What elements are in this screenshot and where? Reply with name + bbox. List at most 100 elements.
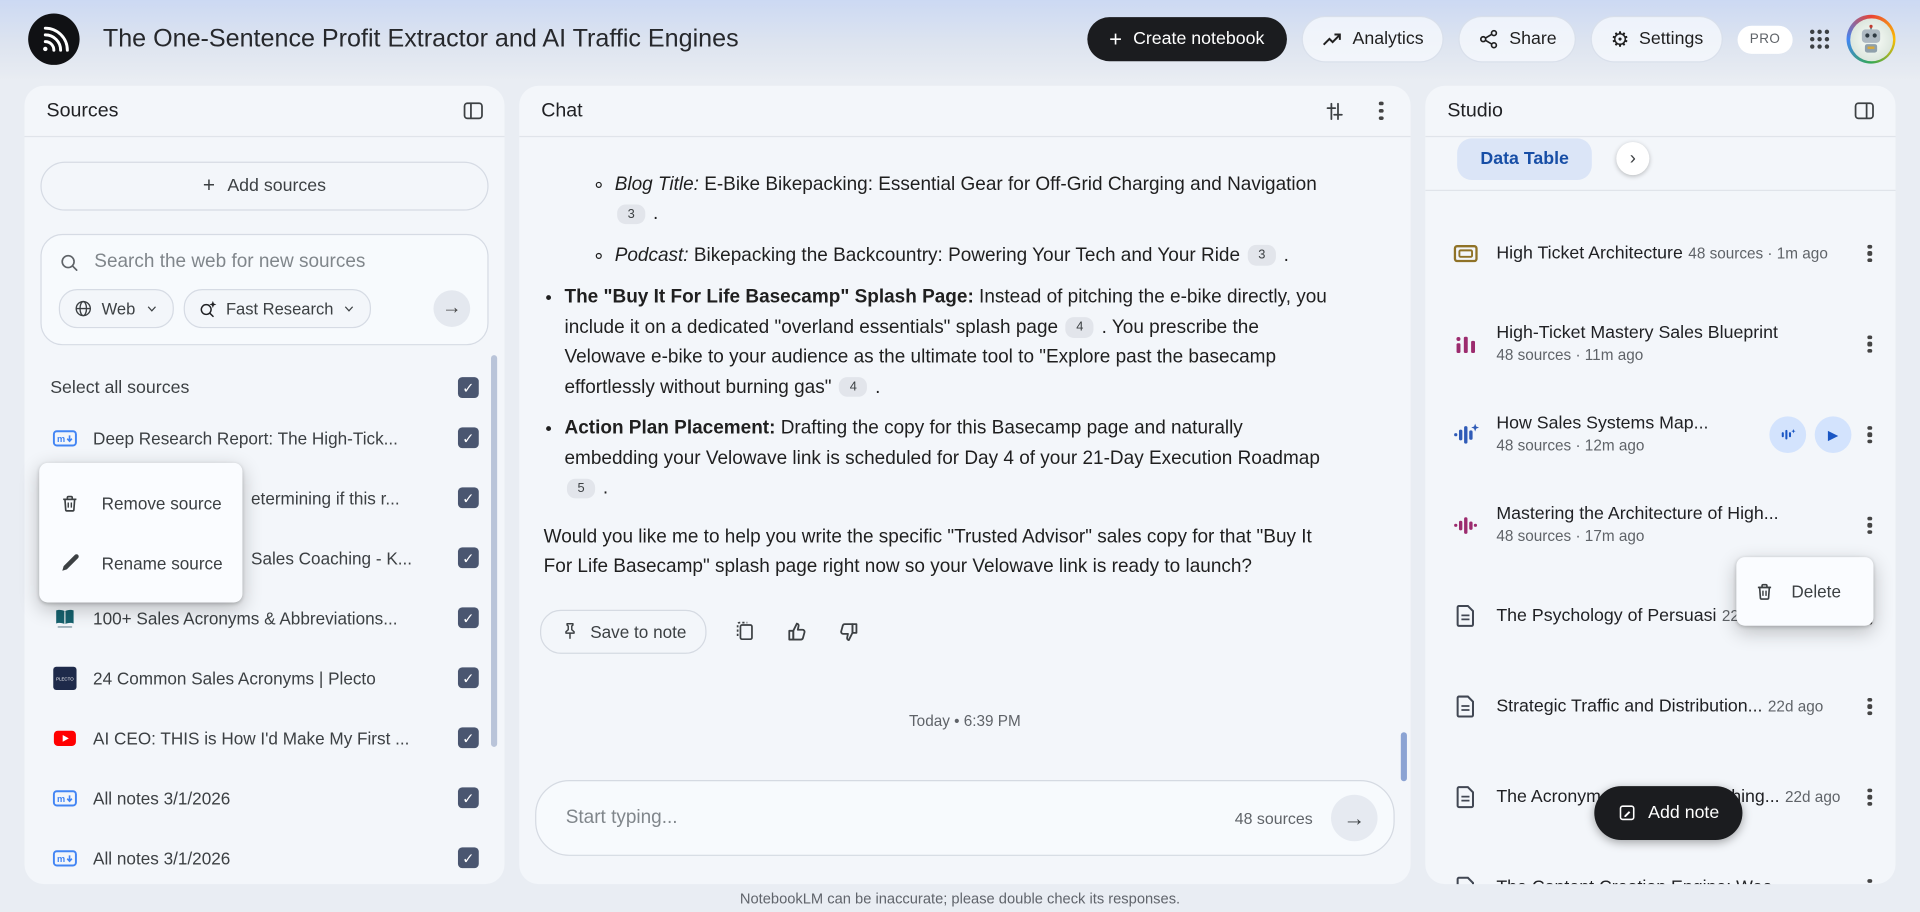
source-checkbox[interactable]: ✓ — [457, 427, 479, 449]
search-submit-button[interactable]: → — [433, 290, 471, 327]
svg-text:m: m — [57, 793, 65, 803]
item-more-menu-icon[interactable] — [1860, 241, 1880, 265]
source-count-label: 48 sources — [1234, 808, 1313, 828]
item-more-menu-icon[interactable] — [1860, 513, 1880, 537]
research-sparkle-icon — [199, 300, 216, 318]
chat-settings-icon[interactable] — [1322, 99, 1346, 123]
citation-chip[interactable]: 3 — [1247, 245, 1276, 266]
tool-strip-next-button[interactable]: › — [1616, 142, 1650, 176]
citation-chip[interactable]: 5 — [566, 478, 596, 499]
trash-icon — [63, 495, 77, 512]
apps-grid-icon[interactable] — [1807, 27, 1831, 51]
save-to-note-button[interactable]: Save to note — [540, 609, 707, 654]
studio-item[interactable]: Strategic Traffic and Distribution... 22… — [1425, 661, 1895, 752]
studio-context-menu: Delete — [1736, 557, 1874, 626]
chat-message-area: Blog Title: E-Bike Bikepacking: Essentia… — [519, 138, 1410, 884]
play-icon: ▶ — [1827, 427, 1839, 443]
source-checkbox[interactable]: ✓ — [457, 607, 479, 629]
report-doc-icon — [1452, 784, 1479, 811]
share-button[interactable]: Share — [1457, 15, 1577, 63]
select-all-label: Select all sources — [50, 377, 190, 398]
citation-chip[interactable]: 3 — [617, 204, 646, 225]
data-table-chip[interactable]: Data Table — [1457, 138, 1593, 181]
item-more-menu-icon[interactable] — [1860, 422, 1880, 446]
report-doc-icon — [1452, 602, 1479, 629]
item-more-menu-icon[interactable] — [1860, 694, 1880, 718]
thumbs-down-icon[interactable] — [836, 619, 860, 643]
source-checkbox[interactable]: ✓ — [457, 547, 479, 569]
plecto-favicon-icon: PLECTO — [53, 666, 77, 690]
app-window: The One-Sentence Profit Extractor and AI… — [0, 0, 1920, 912]
studio-item[interactable]: How Sales Systems Map... 48 sources · 12… — [1425, 389, 1895, 480]
flashcards-icon — [1452, 240, 1479, 267]
web-filter-dropdown[interactable]: Web — [58, 288, 174, 329]
bar-chart-icon — [1452, 331, 1479, 358]
search-icon — [61, 254, 78, 271]
audio-waveform-pink-icon — [1452, 512, 1479, 539]
studio-item[interactable]: High Ticket Architecture 48 sources · 1m… — [1425, 208, 1895, 299]
list-item: Blog Title: E-Bike Bikepacking: Essentia… — [615, 170, 1328, 230]
note-icon — [1619, 805, 1635, 821]
gear-icon: ⚙ — [1610, 27, 1630, 51]
chat-scrollbar-thumb[interactable] — [1400, 732, 1407, 782]
collapse-panel-icon[interactable] — [460, 99, 484, 123]
markdown-source-icon: m — [52, 426, 77, 450]
top-header: The One-Sentence Profit Extractor and AI… — [0, 0, 1920, 79]
assistant-sub-bullets: Blog Title: E-Bike Bikepacking: Essentia… — [544, 170, 1328, 271]
select-all-checkbox[interactable]: ✓ — [457, 377, 479, 398]
source-checkbox[interactable]: ✓ — [457, 487, 479, 509]
thumbs-up-icon[interactable] — [784, 619, 808, 643]
studio-item[interactable]: The Content Creation Engine: Wee... — [1425, 842, 1895, 885]
studio-panel-title: Studio — [1447, 99, 1503, 121]
remove-source-menu-item[interactable]: Remove source — [39, 473, 242, 533]
check-icon: ✓ — [462, 378, 475, 397]
source-row[interactable]: m Deep Research Report: The High-Tick...… — [40, 408, 488, 468]
list-item: Action Plan Placement: Drafting the copy… — [564, 414, 1327, 504]
source-row[interactable]: m All notes 3/1/2026 ✓ — [40, 768, 488, 828]
studio-panel: Studio Data Table › High Ticket Architec… — [1425, 85, 1896, 885]
item-more-menu-icon[interactable] — [1860, 785, 1880, 809]
chat-input[interactable]: Start typing... 48 sources → — [535, 780, 1395, 856]
trending-up-icon — [1322, 33, 1341, 46]
source-row[interactable]: m All notes 3/1/2026 ✓ — [40, 828, 488, 884]
analytics-button[interactable]: Analytics — [1301, 15, 1444, 63]
source-checkbox[interactable]: ✓ — [457, 727, 479, 749]
copy-icon[interactable] — [733, 619, 757, 643]
list-item: Podcast: Bikepacking the Backcountry: Po… — [615, 241, 1328, 271]
search-input[interactable]: Search the web for new sources — [59, 251, 470, 273]
add-sources-button[interactable]: + Add sources — [40, 161, 489, 211]
sources-scrollbar-thumb[interactable] — [491, 355, 498, 747]
item-more-menu-icon[interactable] — [1860, 332, 1880, 356]
youtube-icon — [53, 726, 77, 750]
report-doc-icon — [1452, 874, 1479, 885]
plus-icon: + — [1109, 26, 1123, 52]
arrow-right-icon: → — [1343, 805, 1366, 830]
play-button[interactable]: ▶ — [1814, 416, 1852, 454]
notebook-title[interactable]: The One-Sentence Profit Extractor and AI… — [103, 24, 739, 53]
source-checkbox[interactable]: ✓ — [457, 847, 479, 869]
citation-chip[interactable]: 4 — [839, 377, 868, 398]
source-context-menu: Remove source Rename source — [39, 462, 243, 603]
notebooklm-logo-icon[interactable] — [27, 12, 81, 66]
web-search-card: Search the web for new sources Web Fast … — [40, 233, 489, 346]
share-icon — [1479, 29, 1497, 49]
citation-chip[interactable]: 4 — [1065, 317, 1094, 338]
source-row[interactable]: AI CEO: THIS is How I'd Make My First ..… — [40, 708, 488, 768]
source-row[interactable]: PLECTO 24 Common Sales Acronyms | Plecto… — [40, 648, 488, 708]
research-mode-dropdown[interactable]: Fast Research — [183, 288, 372, 329]
interactive-mode-button[interactable] — [1769, 416, 1807, 454]
pin-icon — [565, 623, 575, 640]
chat-more-menu-icon[interactable] — [1371, 99, 1391, 123]
settings-button[interactable]: ⚙ Settings — [1590, 15, 1723, 63]
source-checkbox[interactable]: ✓ — [457, 667, 479, 689]
add-note-button[interactable]: Add note — [1594, 786, 1743, 841]
account-avatar[interactable] — [1846, 14, 1896, 64]
expand-panel-icon[interactable] — [1851, 99, 1875, 123]
rename-source-menu-item[interactable]: Rename source — [39, 533, 242, 593]
send-button[interactable]: → — [1331, 794, 1378, 842]
delete-menu-item[interactable]: Delete — [1736, 567, 1873, 616]
item-more-menu-icon[interactable] — [1860, 876, 1880, 885]
studio-item[interactable]: High-Ticket Mastery Sales Blueprint 48 s… — [1425, 299, 1895, 390]
create-notebook-button[interactable]: + Create notebook — [1087, 17, 1287, 62]
source-checkbox[interactable]: ✓ — [457, 787, 479, 809]
